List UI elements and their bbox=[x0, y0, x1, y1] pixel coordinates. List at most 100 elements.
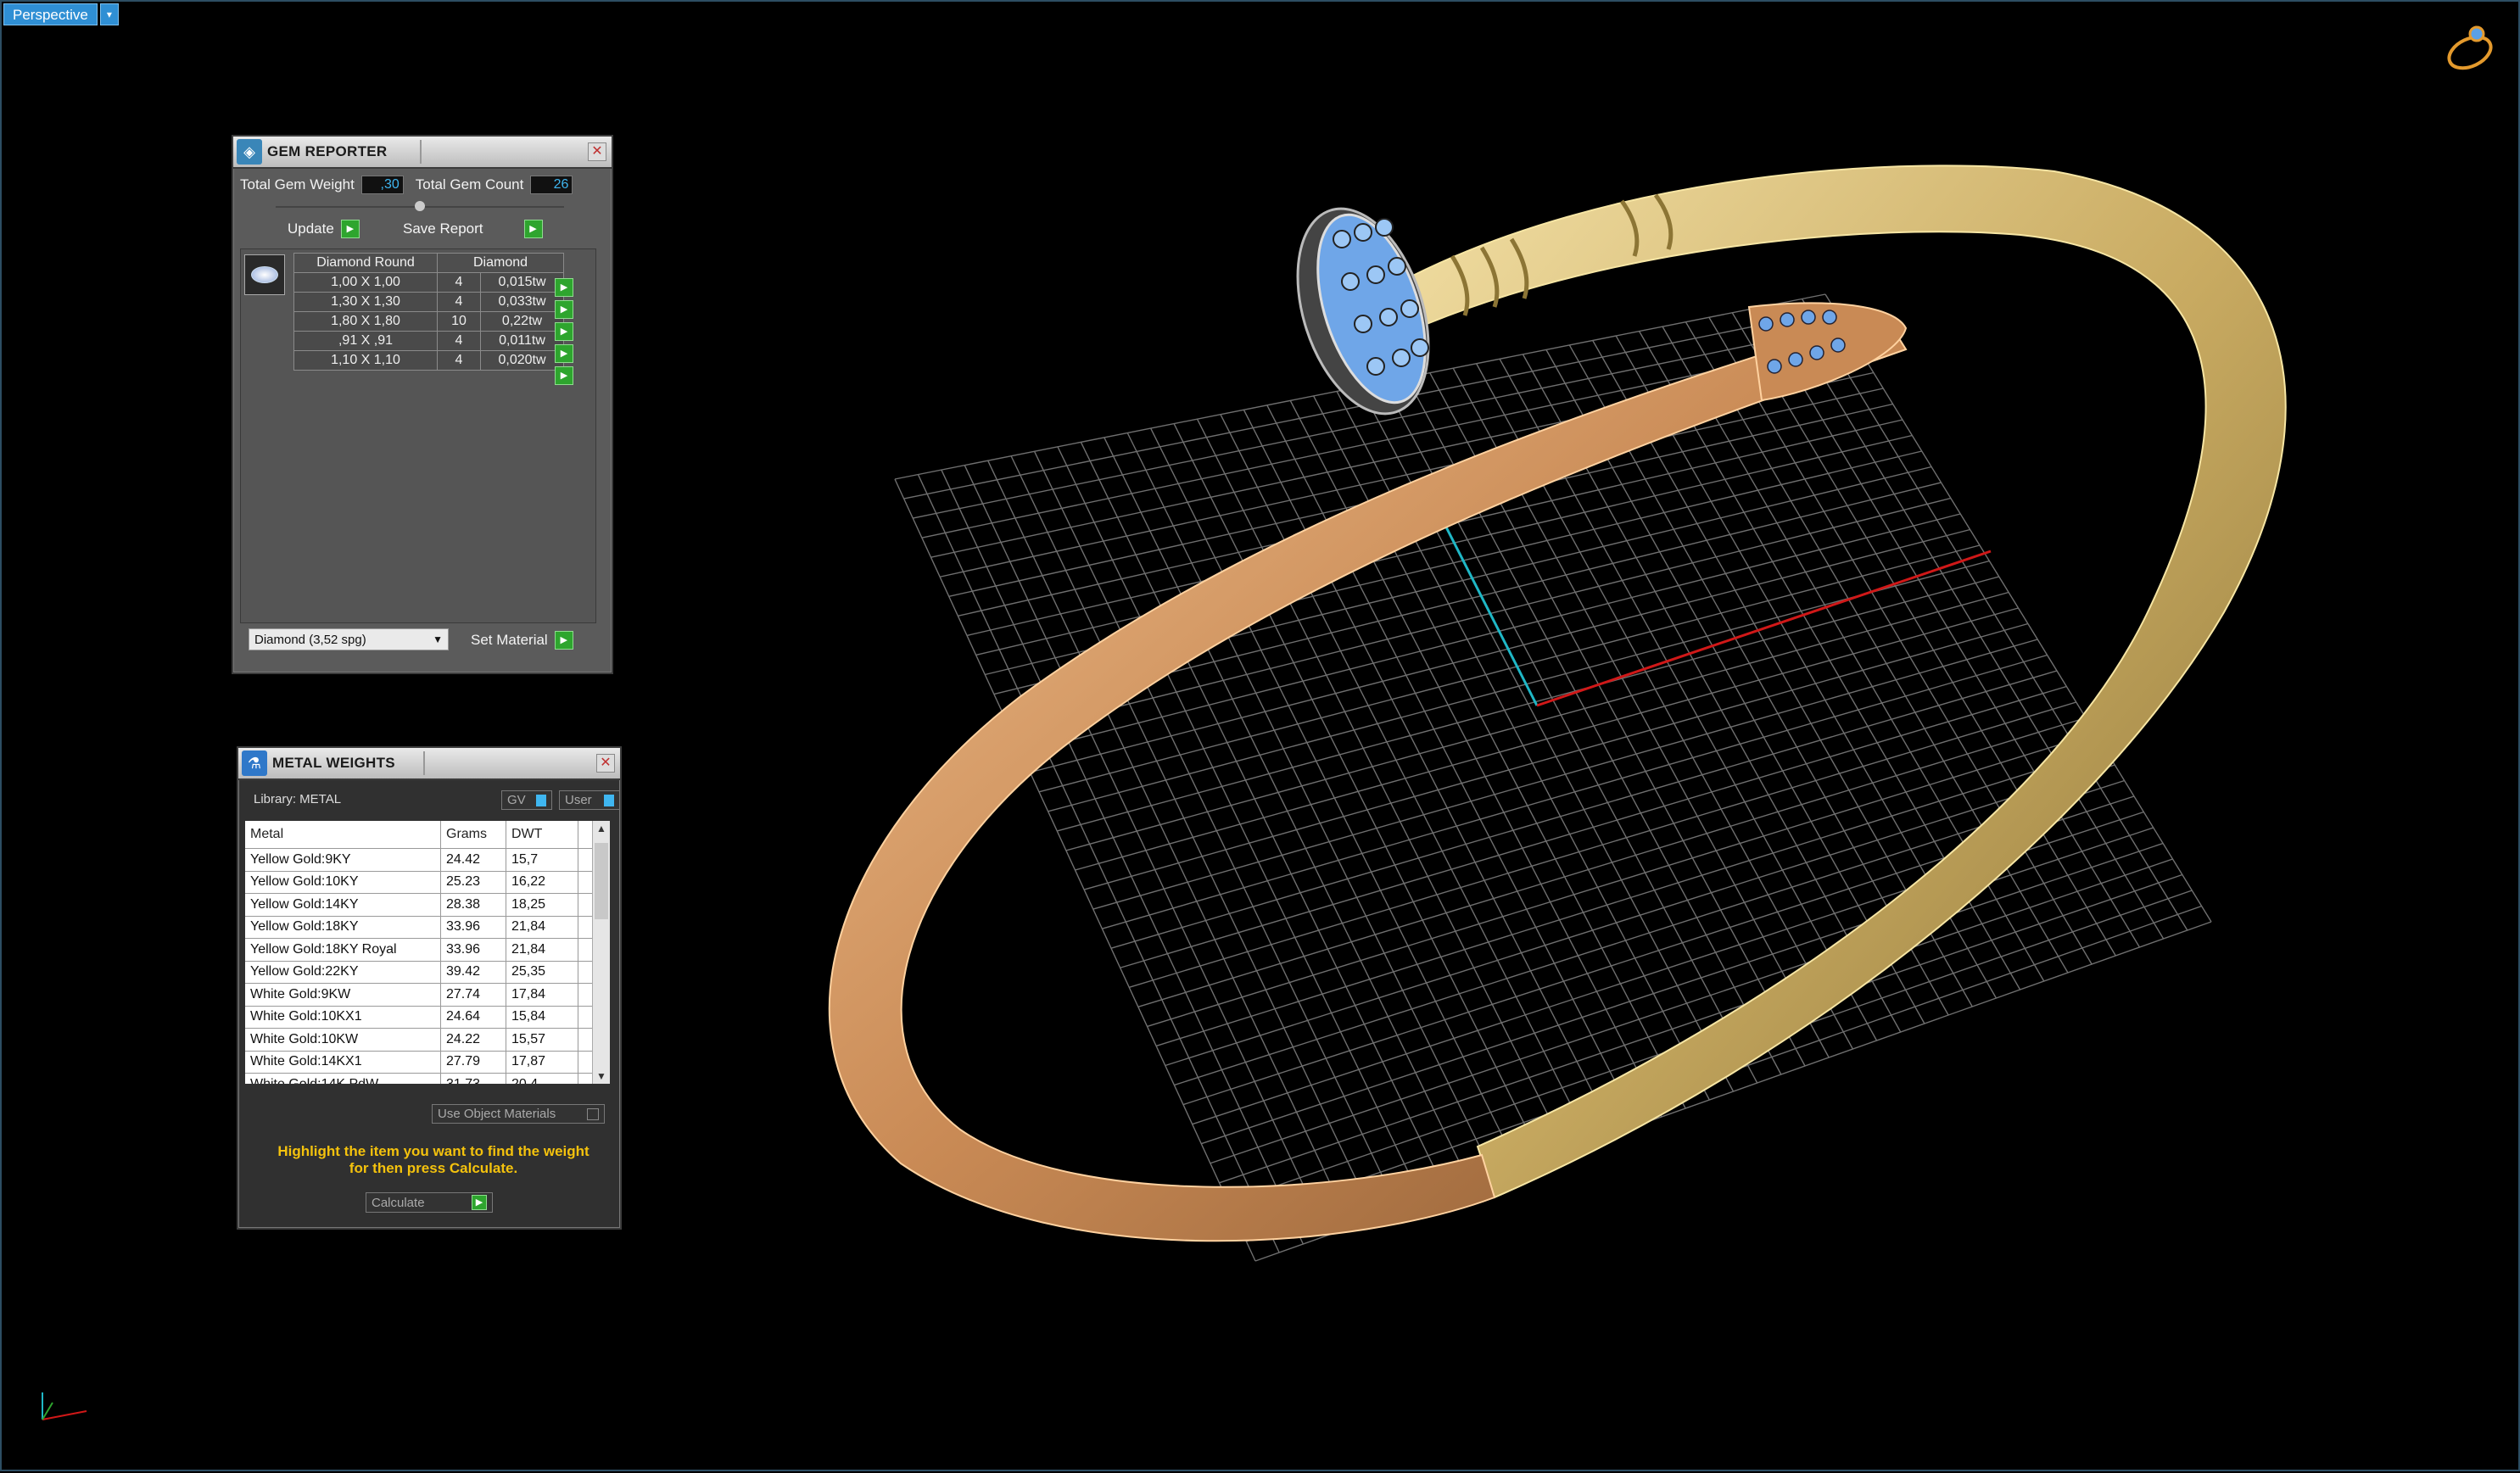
update-button[interactable]: ▶ bbox=[340, 220, 360, 238]
gem-row[interactable]: 1,10 X 1,10 4 0,020tw bbox=[293, 350, 564, 371]
metal-name: White Gold:9KW bbox=[245, 984, 441, 1006]
gem-weight: 0,020tw bbox=[480, 350, 564, 371]
gv-toggle[interactable]: GV bbox=[501, 790, 552, 810]
metal-row[interactable]: White Gold:9KW 27.74 17,84 bbox=[245, 984, 610, 1007]
gem-reporter-panel: ◈ GEM REPORTER ✕ Total Gem Weight ,30 To… bbox=[232, 135, 613, 674]
metal-row[interactable]: White Gold:14KX1 27.79 17,87 bbox=[245, 1051, 610, 1074]
hint-text: Highlight the item you want to find the … bbox=[255, 1143, 612, 1177]
metal-table[interactable]: Metal Grams DWT Yellow Gold:9KY 24.42 15,7… bbox=[245, 821, 610, 1084]
set-material-label: Set Material bbox=[471, 632, 548, 648]
col-dwt[interactable]: DWT bbox=[506, 821, 578, 848]
metal-row[interactable]: Yellow Gold:9KY 24.42 15,7 bbox=[245, 849, 610, 872]
diamond-round-icon[interactable] bbox=[244, 254, 285, 295]
gem-weight: 0,033tw bbox=[480, 292, 564, 312]
gem-count: 4 bbox=[437, 292, 481, 312]
user-toggle[interactable]: User bbox=[559, 790, 620, 810]
metal-row[interactable]: Yellow Gold:18KY 33.96 21,84 bbox=[245, 916, 610, 939]
gem-weight: 0,015tw bbox=[480, 272, 564, 293]
hint-line-2: for then press Calculate. bbox=[349, 1160, 518, 1176]
metal-row[interactable]: Yellow Gold:14KY 28.38 18,25 bbox=[245, 894, 610, 917]
col-metal[interactable]: Metal bbox=[245, 821, 441, 848]
close-icon[interactable]: ✕ bbox=[588, 142, 606, 161]
use-object-materials-label: Use Object Materials bbox=[438, 1107, 556, 1121]
metal-weights-title: METAL WEIGHTS bbox=[272, 755, 395, 771]
gem-row[interactable]: 1,80 X 1,80 10 0,22tw bbox=[293, 311, 564, 332]
gem-row[interactable]: ,91 X ,91 4 0,011tw bbox=[293, 331, 564, 351]
library-label: Library: METAL bbox=[254, 792, 342, 806]
gem-weight: 0,22tw bbox=[480, 311, 564, 332]
metal-grams: 25.23 bbox=[441, 871, 506, 893]
3d-viewport[interactable]: Perspective ▾ ◈ GEM REPORTER ✕ Total Gem… bbox=[0, 0, 2520, 1471]
gem-reporter-icon: ◈ bbox=[237, 139, 262, 165]
gem-row[interactable]: 1,30 X 1,30 4 0,033tw bbox=[293, 292, 564, 312]
viewport-dropdown-icon[interactable]: ▾ bbox=[99, 3, 119, 25]
chevron-down-icon[interactable]: ▼ bbox=[433, 633, 443, 645]
scroll-down-icon[interactable]: ▼ bbox=[593, 1070, 610, 1082]
metal-grams: 28.38 bbox=[441, 894, 506, 916]
save-report-button[interactable]: ▶ bbox=[523, 220, 543, 238]
col-grams[interactable]: Grams bbox=[441, 821, 506, 848]
gem-size: 1,80 X 1,80 bbox=[293, 311, 438, 332]
gem-row[interactable]: 1,00 X 1,00 4 0,015tw bbox=[293, 272, 564, 293]
metal-table-body: Yellow Gold:9KY 24.42 15,7 Yellow Gold:10KY… bbox=[245, 849, 610, 1084]
metal-grams: 31.73 bbox=[441, 1074, 506, 1084]
metal-dwt: 21,84 bbox=[506, 939, 578, 961]
metal-row[interactable]: White Gold:10KX1 24.64 15,84 bbox=[245, 1006, 610, 1029]
metal-dwt: 15,7 bbox=[506, 849, 578, 871]
total-gem-weight-field: ,30 bbox=[360, 176, 404, 194]
metal-row[interactable]: White Gold:10KW 24.22 15,57 bbox=[245, 1029, 610, 1052]
table-scrollbar[interactable]: ▲ ▼ bbox=[592, 821, 610, 1084]
gem-weight: 0,011tw bbox=[480, 331, 564, 351]
gem-row-go-button[interactable]: ▶ bbox=[555, 322, 573, 341]
nail-head-gem-ring[interactable] bbox=[1274, 192, 1452, 430]
metal-row[interactable]: Yellow Gold:22KY 39.42 25,35 bbox=[245, 961, 610, 984]
metal-row[interactable]: Yellow Gold:10KY 25.23 16,22 bbox=[245, 871, 610, 894]
hint-line-1: Highlight the item you want to find the … bbox=[277, 1143, 589, 1159]
material-select-value: Diamond (3,52 spg) bbox=[254, 632, 366, 647]
close-icon[interactable]: ✕ bbox=[596, 754, 615, 773]
gem-row-go-button[interactable]: ▶ bbox=[555, 278, 573, 297]
bangle-rose-gold[interactable] bbox=[828, 314, 1908, 1242]
set-material-button[interactable]: ▶ bbox=[554, 631, 573, 650]
gem-row-go-button[interactable]: ▶ bbox=[555, 366, 573, 385]
gem-reporter-titlebar[interactable]: ◈ GEM REPORTER ✕ bbox=[233, 137, 612, 169]
material-select[interactable]: Diamond (3,52 spg) ▼ bbox=[249, 628, 449, 650]
total-gem-weight-label: Total Gem Weight bbox=[240, 176, 355, 192]
metal-dwt: 17,84 bbox=[506, 984, 578, 1006]
use-object-materials-toggle[interactable]: Use Object Materials bbox=[432, 1104, 605, 1124]
save-report-button-label: Save Report bbox=[403, 220, 483, 237]
scroll-up-icon[interactable]: ▲ bbox=[593, 823, 610, 834]
gem-row-go-button[interactable]: ▶ bbox=[555, 300, 573, 319]
metal-weights-titlebar[interactable]: ⚗ METAL WEIGHTS ✕ bbox=[238, 748, 620, 780]
metal-grams: 27.79 bbox=[441, 1051, 506, 1073]
metal-row[interactable]: Yellow Gold:18KY Royal 33.96 21,84 bbox=[245, 939, 610, 962]
metal-name: White Gold:10KW bbox=[245, 1029, 441, 1051]
metal-grams: 33.96 bbox=[441, 916, 506, 938]
total-gem-count-field: 26 bbox=[530, 176, 573, 194]
gem-list-area: Diamond Round Diamond 1,00 X 1,00 4 0,01… bbox=[240, 248, 596, 623]
update-button-label: Update bbox=[288, 220, 334, 237]
metal-grams: 24.64 bbox=[441, 1006, 506, 1028]
metal-name: Yellow Gold:18KY bbox=[245, 916, 441, 938]
metal-dwt: 15,57 bbox=[506, 1029, 578, 1051]
metal-grams: 24.42 bbox=[441, 849, 506, 871]
gem-row-go-button[interactable]: ▶ bbox=[555, 344, 573, 363]
metal-table-header: Metal Grams DWT bbox=[245, 821, 610, 849]
metal-dwt: 20,4 bbox=[506, 1074, 578, 1084]
gem-size: ,91 X ,91 bbox=[293, 331, 438, 351]
total-gem-count-label: Total Gem Count bbox=[415, 176, 524, 192]
ring-view-cube-icon[interactable] bbox=[2445, 25, 2496, 74]
metal-name: Yellow Gold:10KY bbox=[245, 871, 441, 893]
bangle-tip-gems[interactable] bbox=[1747, 302, 1908, 402]
splitter-handle-icon[interactable] bbox=[415, 201, 425, 211]
calculate-go-icon[interactable]: ▶ bbox=[472, 1195, 487, 1210]
gem-table: Diamond Round Diamond 1,00 X 1,00 4 0,01… bbox=[293, 253, 564, 371]
metal-row[interactable]: White Gold:14K PdW31.7320,4 bbox=[245, 1074, 610, 1084]
metal-name: Yellow Gold:14KY bbox=[245, 894, 441, 916]
metal-dwt: 15,84 bbox=[506, 1006, 578, 1028]
scrollbar-thumb[interactable] bbox=[595, 843, 608, 919]
viewport-name[interactable]: Perspective bbox=[3, 3, 98, 25]
viewport-label[interactable]: Perspective ▾ bbox=[3, 3, 119, 25]
calculate-button[interactable]: Calculate ▶ bbox=[366, 1192, 493, 1213]
gv-toggle-label: GV bbox=[507, 793, 526, 807]
